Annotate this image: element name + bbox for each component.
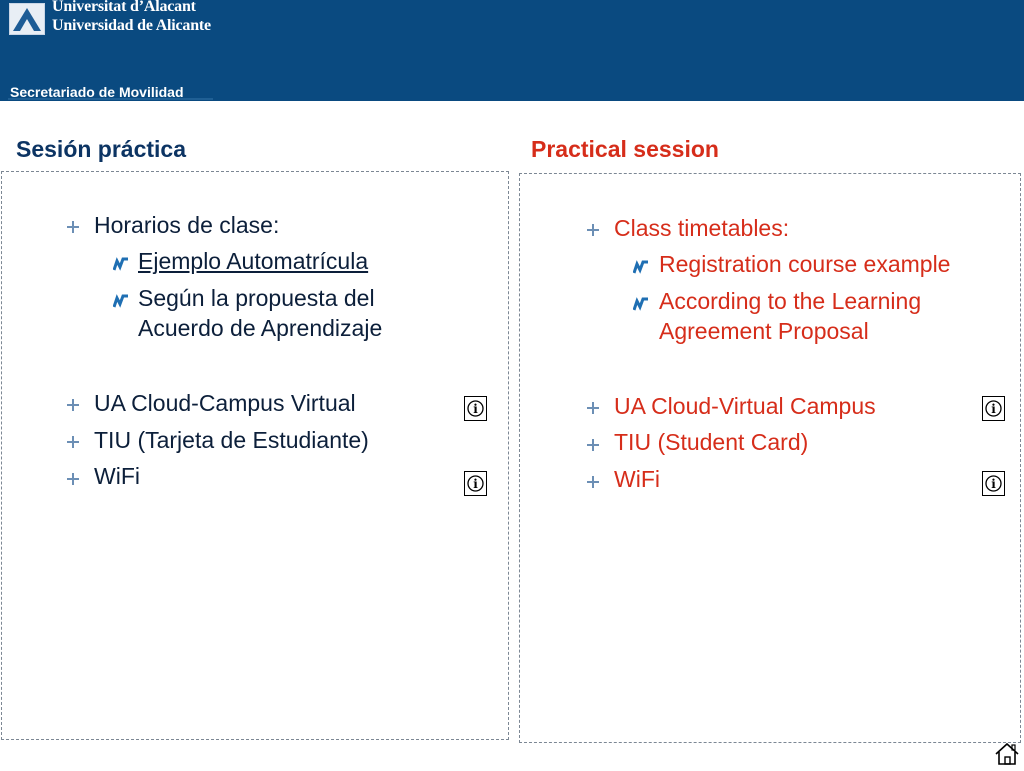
list-item-tiu-en: TIU (Student Card) — [614, 429, 809, 455]
cross-bullet-icon — [67, 436, 79, 448]
university-logo — [9, 3, 45, 35]
list-item-wifi: WiFi — [94, 463, 140, 489]
info-icon[interactable]: i — [464, 471, 487, 496]
university-name-line2: Universidad de Alicante — [52, 17, 211, 34]
info-icon[interactable]: i — [464, 396, 487, 421]
list-item-tiu: TIU (Tarjeta de Estudiante) — [94, 427, 369, 453]
info-icon[interactable]: i — [982, 396, 1005, 421]
list-item-learning-agreement-line2: Agreement Proposal — [659, 318, 869, 344]
department-underline — [8, 98, 213, 100]
spanish-title: Sesión práctica — [16, 136, 187, 162]
cross-bullet-icon — [587, 439, 599, 451]
wave-arrow-icon — [113, 256, 129, 271]
info-icon[interactable]: i — [982, 471, 1005, 496]
header-banner: Universitat d’Alacant Universidad de Ali… — [0, 0, 1024, 101]
list-item-class-timetables: Class timetables: — [614, 215, 790, 241]
list-item-wifi-en: WiFi — [614, 466, 660, 492]
ejemplo-automatricula-link[interactable]: Ejemplo Automatrícula — [138, 248, 368, 275]
home-icon[interactable] — [994, 742, 1020, 766]
cross-bullet-icon — [67, 221, 79, 233]
english-title: Practical session — [531, 136, 719, 162]
list-item-ua-cloud-en: UA Cloud-Virtual Campus — [614, 393, 876, 419]
wave-arrow-icon — [633, 296, 649, 311]
cross-bullet-icon — [587, 224, 599, 236]
cross-bullet-icon — [67, 399, 79, 411]
list-item-learning-agreement-line1: According to the Learning — [659, 288, 922, 314]
cross-bullet-icon — [587, 476, 599, 488]
cross-bullet-icon — [67, 473, 79, 485]
university-name-line1: Universitat d’Alacant — [52, 0, 196, 15]
list-item-horarios: Horarios de clase: — [94, 212, 280, 238]
list-item-ua-cloud: UA Cloud-Campus Virtual — [94, 390, 356, 416]
list-item-propuesta-line1: Según la propuesta del — [138, 285, 375, 311]
wave-arrow-icon — [633, 259, 649, 274]
svg-text:i: i — [991, 402, 996, 416]
wave-arrow-icon — [113, 293, 129, 308]
svg-text:i: i — [473, 477, 478, 491]
cross-bullet-icon — [587, 402, 599, 414]
svg-text:i: i — [473, 402, 478, 416]
list-item-propuesta-line2: Acuerdo de Aprendizaje — [138, 315, 383, 341]
list-item-registration-example: Registration course example — [659, 251, 951, 277]
svg-text:i: i — [991, 477, 996, 491]
